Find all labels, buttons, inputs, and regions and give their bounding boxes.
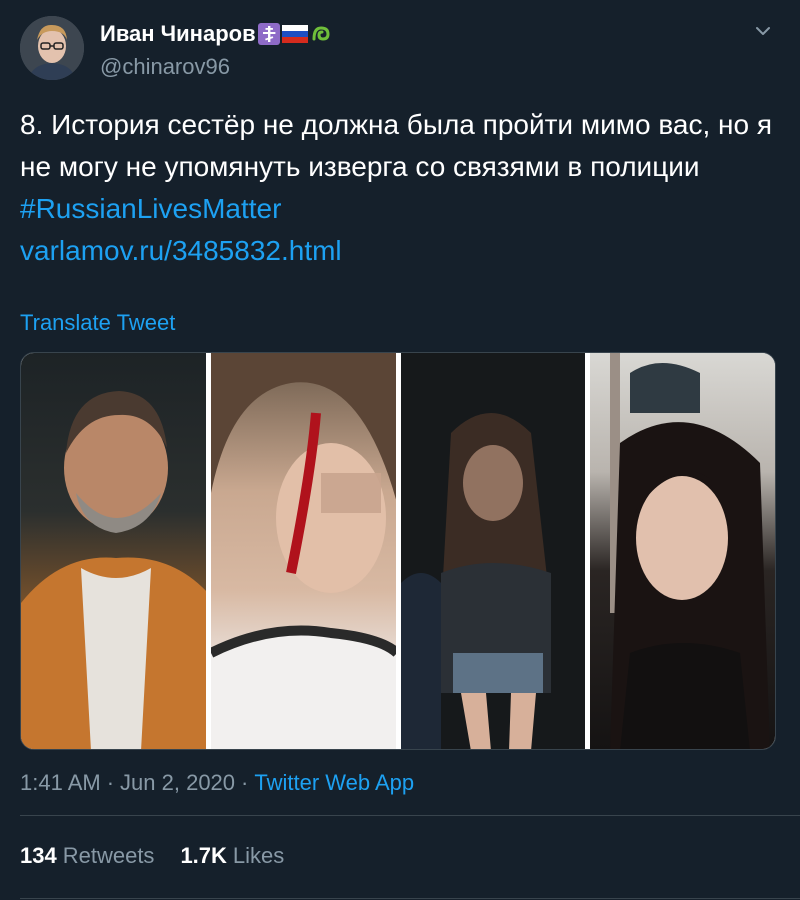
tweet-time[interactable]: 1:41 AM — [20, 770, 101, 796]
name-badges — [257, 23, 332, 45]
orthodox-cross-icon — [257, 23, 280, 45]
tweet-stats: 134 Retweets 1.7K Likes — [20, 843, 284, 869]
retweets-stat[interactable]: 134 Retweets — [20, 843, 154, 869]
external-link[interactable]: varlamov.ru/3485832.html — [20, 235, 342, 266]
photo-man-portrait[interactable] — [21, 353, 207, 749]
tweet-source[interactable]: Twitter Web App — [254, 770, 414, 796]
meta-separator: · — [106, 770, 115, 795]
display-name[interactable]: Иван Чинаров — [100, 21, 256, 47]
user-handle[interactable]: @chinarov96 — [100, 54, 332, 80]
tweet-card: Иван Чинаров @chinarov96 8. История сест… — [0, 0, 800, 900]
photo-girl-handcuffed[interactable] — [400, 353, 585, 749]
likes-stat[interactable]: 1.7K Likes — [180, 843, 284, 869]
retweets-label: Retweets — [62, 843, 155, 868]
chevron-down-icon[interactable] — [752, 20, 774, 42]
tweet-body: 8. История сестёр не должна была пройти … — [20, 109, 773, 182]
russia-flag-icon — [281, 25, 308, 43]
likes-count: 1.7K — [180, 843, 227, 868]
divider — [20, 898, 800, 899]
retweets-count: 134 — [20, 843, 57, 868]
meta-separator: · — [241, 770, 249, 795]
tweet-text: 8. История сестёр не должна была пройти … — [20, 104, 790, 272]
translate-tweet-button[interactable]: Translate Tweet — [20, 310, 175, 336]
photo-girl-courtroom[interactable] — [589, 353, 775, 749]
tweet-date[interactable]: Jun 2, 2020 — [120, 770, 235, 796]
divider — [20, 815, 800, 816]
media-grid[interactable] — [20, 352, 776, 750]
green-swirl-icon — [312, 26, 330, 41]
hashtag-link[interactable]: #RussianLivesMatter — [20, 193, 281, 224]
avatar[interactable] — [20, 16, 84, 80]
tweet-meta: 1:41 AM · Jun 2, 2020 · Twitter Web App — [20, 770, 414, 796]
photo-injured-girl[interactable] — [211, 353, 396, 749]
author-block: Иван Чинаров @chinarov96 — [100, 20, 332, 80]
likes-label: Likes — [232, 843, 285, 868]
